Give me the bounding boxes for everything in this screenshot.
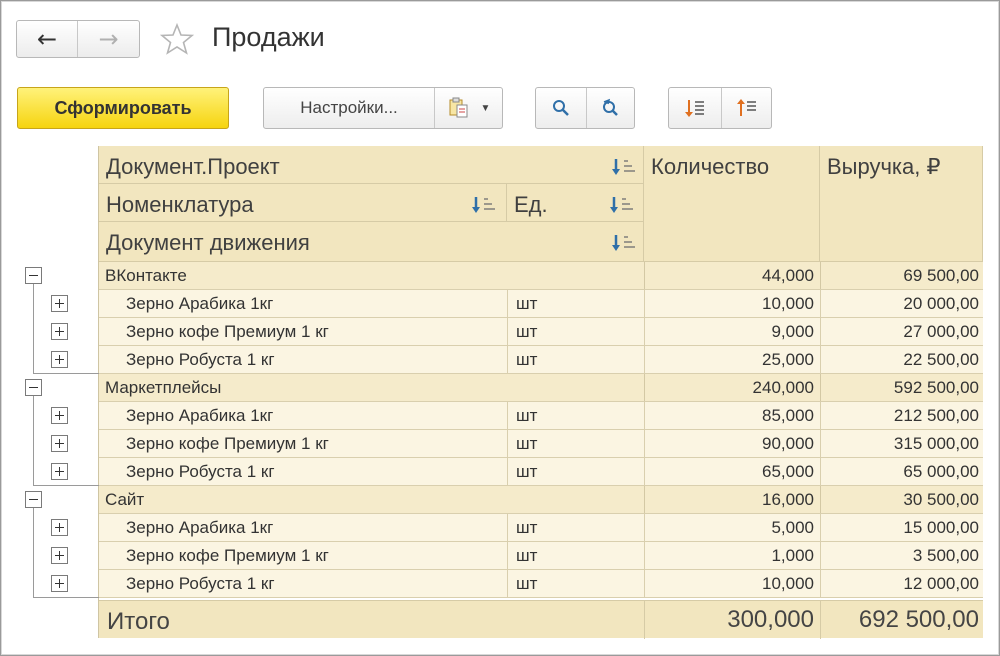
collapse-toggle[interactable] bbox=[25, 491, 42, 508]
refresh-search-button[interactable] bbox=[586, 88, 634, 128]
collapse-toggle[interactable] bbox=[25, 267, 42, 284]
arrow-right-icon: → bbox=[98, 25, 119, 53]
favorite-button[interactable] bbox=[158, 20, 196, 58]
table-row[interactable]: Зерно кофе Премиум 1 кг шт 9,000 27 000,… bbox=[99, 318, 983, 346]
tree-line bbox=[33, 284, 34, 374]
settings-button-group: Настройки... ▼ bbox=[263, 87, 503, 129]
table-row[interactable]: Зерно Арабика 1кг шт 85,000 212 500,00 bbox=[99, 402, 983, 430]
navigation-buttons: ← → bbox=[16, 20, 140, 58]
expand-toggle[interactable] bbox=[51, 463, 68, 480]
tree-line bbox=[33, 485, 99, 486]
table-row[interactable]: ВКонтакте 44,000 69 500,00 bbox=[99, 262, 983, 290]
table-row[interactable]: Маркетплейсы 240,000 592 500,00 bbox=[99, 374, 983, 402]
table-row[interactable]: Зерно Робуста 1 кг шт 65,000 65 000,00 bbox=[99, 458, 983, 486]
expand-toggle[interactable] bbox=[51, 547, 68, 564]
table-row[interactable]: Зерно кофе Премиум 1 кг шт 90,000 315 00… bbox=[99, 430, 983, 458]
search-button-group bbox=[535, 87, 635, 129]
header-project[interactable]: Документ.Проект bbox=[99, 146, 644, 184]
arrow-left-icon: ← bbox=[36, 25, 58, 53]
sort-order-icon bbox=[612, 159, 635, 175]
header-quantity[interactable]: Количество bbox=[644, 146, 820, 262]
sort-button-group bbox=[668, 87, 772, 129]
report-variant-icon bbox=[449, 97, 468, 118]
search-icon bbox=[553, 100, 569, 116]
expand-toggle[interactable] bbox=[51, 295, 68, 312]
expand-toggle[interactable] bbox=[51, 575, 68, 592]
sort-order-icon bbox=[610, 197, 633, 213]
expand-toggle[interactable] bbox=[51, 435, 68, 452]
sort-ascending-icon bbox=[736, 99, 756, 116]
page-title: Продажи bbox=[212, 22, 325, 52]
header-movement-doc[interactable]: Документ движения bbox=[99, 222, 644, 262]
header-revenue[interactable]: Выручка, ₽ bbox=[820, 146, 983, 262]
table-row[interactable]: Зерно Робуста 1 кг шт 10,000 12 000,00 bbox=[99, 570, 983, 598]
find-button[interactable] bbox=[536, 88, 586, 128]
sort-descending-icon bbox=[685, 100, 704, 117]
generate-button[interactable]: Сформировать bbox=[17, 87, 229, 129]
expand-toggle[interactable] bbox=[51, 351, 68, 368]
refresh-search-icon bbox=[602, 98, 618, 116]
table-row[interactable]: Зерно Робуста 1 кг шт 25,000 22 500,00 bbox=[99, 346, 983, 374]
back-button[interactable]: ← bbox=[17, 21, 79, 57]
sort-order-icon bbox=[612, 235, 635, 251]
table-row[interactable]: Зерно кофе Премиум 1 кг шт 1,000 3 500,0… bbox=[99, 542, 983, 570]
header-nomenclature[interactable]: Номенклатура bbox=[99, 184, 507, 222]
forward-button[interactable]: → bbox=[78, 21, 139, 57]
sort-descending-button[interactable] bbox=[669, 88, 721, 128]
chevron-down-icon: ▼ bbox=[480, 102, 491, 114]
sort-ascending-button[interactable] bbox=[721, 88, 771, 128]
star-icon bbox=[160, 22, 194, 55]
tree-line bbox=[33, 597, 99, 598]
collapse-toggle[interactable] bbox=[25, 379, 42, 396]
table-row[interactable]: Зерно Арабика 1кг шт 10,000 20 000,00 bbox=[99, 290, 983, 318]
expand-toggle[interactable] bbox=[51, 519, 68, 536]
sort-order-icon bbox=[472, 197, 495, 213]
report-variant-dropdown[interactable]: ▼ bbox=[434, 88, 502, 128]
settings-button[interactable]: Настройки... bbox=[264, 88, 434, 128]
total-row: Итого 300,000 692 500,00 bbox=[99, 600, 983, 639]
tree-line bbox=[33, 373, 99, 374]
tree-line bbox=[33, 508, 34, 598]
table-row[interactable]: Зерно Арабика 1кг шт 5,000 15 000,00 bbox=[99, 514, 983, 542]
expand-toggle[interactable] bbox=[51, 407, 68, 424]
expand-toggle[interactable] bbox=[51, 323, 68, 340]
header-unit[interactable]: Ед. bbox=[507, 184, 644, 222]
table-row[interactable]: Сайт 16,000 30 500,00 bbox=[99, 486, 983, 514]
tree-line bbox=[33, 396, 34, 486]
report-table: Документ.Проект Номенклатура Ед. Докумен… bbox=[17, 146, 983, 639]
